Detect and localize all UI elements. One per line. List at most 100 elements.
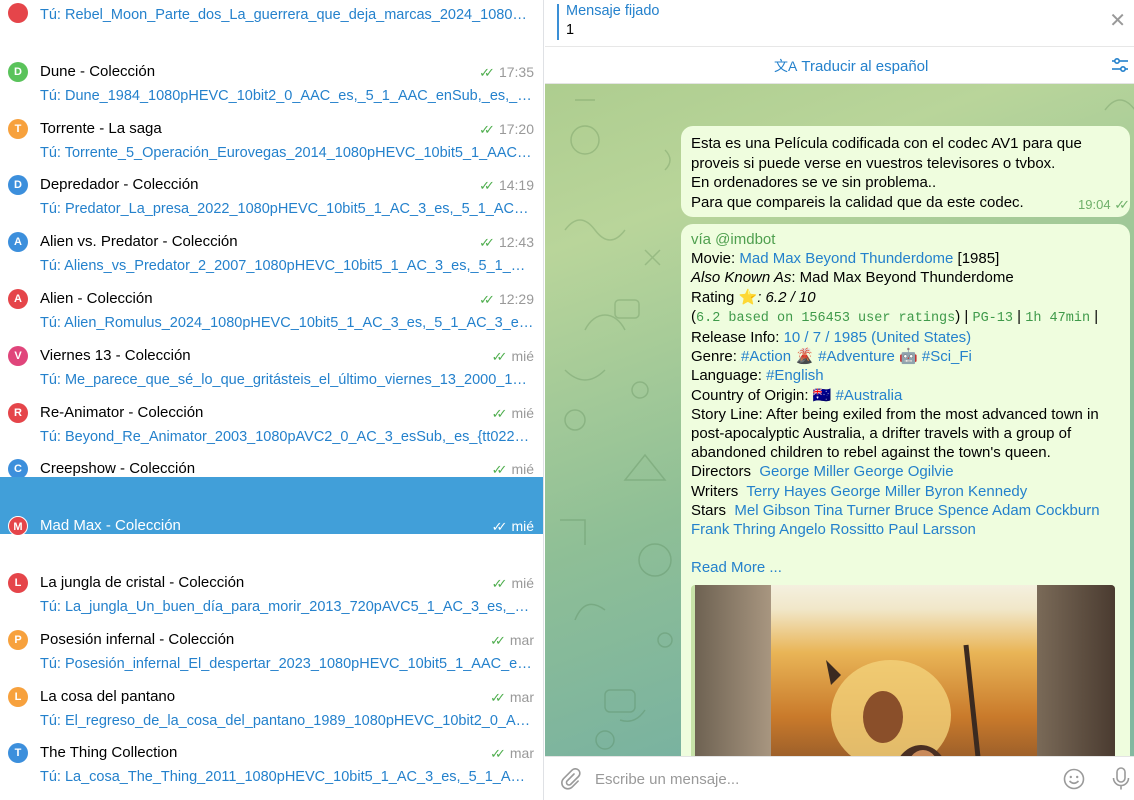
chat-list-item[interactable]: L La cosa del pantano ✓✓ mar Tú: El_regreso_…: [0, 648, 543, 729]
chat-list-item[interactable]: D Dune - Colección ✓✓ 17:35 Tú: Dune_1984_10…: [0, 23, 543, 104]
message-time: 19:04 ✓✓: [1078, 195, 1130, 215]
pinned-label: Mensaje fijado: [566, 3, 660, 19]
paperclip-icon[interactable]: [559, 768, 581, 790]
chat-time: ✓✓ mié: [492, 348, 534, 365]
stars-links[interactable]: Mel Gibson Tina Turner Bruce Spence Adam…: [691, 502, 1100, 538]
writers-links[interactable]: Terry Hayes George Miller Byron Kennedy: [746, 483, 1027, 500]
translate-icon: 文A: [774, 58, 798, 74]
country-tag[interactable]: #Australia: [836, 387, 903, 404]
chat-time-text: mié: [511, 347, 534, 364]
read-check-icon: ✓✓: [479, 64, 495, 80]
chat-time-text: mié: [511, 575, 534, 591]
release-line: Release Info: 10 / 7 / 1985 (United Stat…: [691, 328, 1120, 347]
chat-title: Depredador - Colección: [40, 176, 199, 194]
chat-list-item[interactable]: T Torrente - La saga ✓✓ 17:20 Tú: Torrente_5…: [0, 80, 543, 161]
smile-icon[interactable]: [1063, 768, 1085, 790]
read-check-icon: ✓✓: [490, 746, 506, 762]
chat-list-item[interactable]: R Re-Animator - Colección ✓✓ mié Tú: Beyond_…: [0, 364, 543, 445]
certificate: PG-13: [972, 310, 1013, 326]
pinned-message-bar[interactable]: Mensaje fijado 1 ✕: [545, 0, 1134, 47]
chat-time: ✓✓ mar: [490, 745, 534, 762]
chat-list-item[interactable]: D Depredador - Colección ✓✓ 14:19 Tú: Predat…: [0, 136, 543, 217]
chat-time: ✓✓ 12:43: [479, 234, 534, 251]
movie-title-link[interactable]: Mad Max Beyond Thunderdome: [739, 250, 953, 267]
chat-list-item[interactable]: T The Thing Collection ✓✓ mar Tú: La_cosa_Th…: [0, 704, 543, 785]
read-check-icon: ✓✓: [490, 632, 506, 648]
chat-list-item[interactable]: V Viernes 13 - Colección ✓✓ mié Tú: Me_parec…: [0, 307, 543, 388]
sliders-icon[interactable]: [1110, 55, 1130, 75]
chat-list-item[interactable]: GGhoulies✓✓mar: [0, 761, 543, 800]
directors-links[interactable]: George Miller George Ogilvie: [759, 463, 953, 480]
chat-list-item[interactable]: M Mad Max - Colección ✓✓ mié Tú: Mad_Max_3_M…: [0, 477, 543, 558]
message-line: Para que compareis la calidad que da est…: [691, 193, 1024, 211]
message-time-text: 19:04: [1078, 196, 1111, 212]
chat-time-text: mar: [509, 631, 534, 648]
chat-time: ✓✓ mié: [492, 461, 534, 478]
read-check-icon: ✓✓: [491, 462, 508, 478]
read-check-icon: ✓✓: [490, 689, 506, 705]
read-check-icon: ✓✓: [491, 519, 508, 535]
chat-time-text: mié: [511, 461, 534, 478]
genre-line: Genre: #Action 🌋 #Adventure 🤖 #Sci_Fi: [691, 347, 1120, 366]
read-check-icon: ✓✓: [491, 405, 508, 421]
translate-button[interactable]: 文A Traducir al español: [774, 56, 928, 76]
translate-label: Traducir al español: [801, 58, 929, 75]
aka-line: Also Known As: Mad Max Beyond Thunderdom…: [691, 268, 1120, 287]
chat-time-text: 17:20: [498, 120, 534, 137]
imdb-message-bubble[interactable]: vía @imdbot Movie: Mad Max Beyond Thunde…: [681, 224, 1130, 800]
country-line: Country of Origin: 🇦🇺 #Australia: [691, 386, 1120, 405]
story-label: Story Line:: [691, 405, 767, 423]
sep2: |: [1013, 307, 1026, 325]
chat-list-item[interactable]: A Alien vs. Predator - Colección ✓✓ 12:43 Tú…: [0, 193, 543, 274]
read-more-link[interactable]: Read More ...: [691, 558, 1120, 577]
read-check-icon: ✓✓: [479, 292, 495, 307]
aka-label: Also Known As: [691, 269, 792, 287]
release-link[interactable]: 10 / 7 / 1985 (United States): [784, 329, 972, 346]
chat-time: ✓✓ mié: [492, 518, 534, 535]
message-line: proveis si puede verse en vuestros telev…: [691, 154, 1056, 172]
message-input[interactable]: [595, 767, 1055, 791]
rating-sep: ) |: [955, 307, 973, 325]
storyline: Story Line: After being exiled from the …: [691, 405, 1120, 463]
runtime: 1h 47min: [1025, 310, 1091, 326]
chat-time-text: mié: [511, 404, 534, 421]
translate-bar: 文A Traducir al español: [545, 47, 1134, 84]
chat-list: Tú: Rebel_Moon_Parte_dos_La_guerrera_que…: [0, 0, 544, 800]
release-label: Release Info:: [691, 329, 784, 347]
microphone-icon[interactable]: [1111, 766, 1131, 792]
rating-detail-line: (6.2 based on 156453 user ratings) | PG-…: [691, 307, 1099, 326]
chat-title: Creepshow - Colección: [40, 460, 196, 478]
rating-line: Rating ⭐: 6.2 / 10: [691, 288, 1120, 307]
chat-pane: Mensaje fijado 1 ✕ 文A Traducir al español…: [545, 0, 1134, 800]
close-icon[interactable]: ✕: [1109, 11, 1126, 31]
directors-label: Directors: [691, 463, 752, 481]
chat-list-item[interactable]: L La jungla de cristal - Colección ✓✓ mié Tú…: [0, 534, 543, 615]
read-check-icon: ✓✓: [479, 235, 495, 251]
genre-action-tag[interactable]: #Action: [741, 348, 791, 365]
chat-list-item[interactable]: A Alien - Colección ✓✓ 12:29 Tú: Alien_Romul…: [0, 250, 543, 331]
chat-title: Viernes 13 - Colección: [40, 346, 191, 364]
chat-time: ✓✓ 12:29: [479, 291, 534, 308]
language-tag[interactable]: #English: [766, 367, 824, 384]
rating-detail: 6.2 based on 156453 user ratings: [696, 310, 956, 326]
flag-icon: 🇦🇺: [812, 386, 832, 404]
country-label: Country of Origin:: [691, 386, 813, 404]
chat-list-item[interactable]: CCreepshow - Colección✓✓miéTú: Creepshow…: [0, 420, 543, 501]
chat-title: Torrente - La saga: [40, 119, 162, 137]
via-bot-link[interactable]: vía @imdbot: [691, 230, 1120, 249]
writers-line: Writers Terry Hayes George Miller Byron …: [691, 482, 1120, 501]
rating-label: Rating: [691, 288, 739, 306]
chat-list-item[interactable]: P Posesión infernal - Colección ✓✓ mar Tú: P…: [0, 591, 543, 672]
robot-icon: 🤖: [899, 348, 918, 366]
chat-title: Posesión infernal - Colección: [40, 630, 235, 648]
chat-time: ✓✓ 14:19: [479, 177, 534, 194]
genre-adventure-tag[interactable]: #Adventure: [818, 348, 895, 365]
genre-scifi-tag[interactable]: #Sci_Fi: [922, 348, 972, 365]
chat-title: Dune - Colección: [40, 62, 156, 80]
read-check-icon: ✓✓: [491, 576, 508, 591]
sep3: |: [1090, 307, 1099, 325]
message-bubble[interactable]: Esta es una Película codificada con el c…: [681, 126, 1130, 217]
chat-time: ✓✓ 17:20: [479, 121, 534, 138]
rating-value: : 6.2 / 10: [757, 288, 816, 306]
chat-list-item[interactable]: Tú: Rebel_Moon_Parte_dos_La_guerrera_que…: [0, 0, 543, 23]
